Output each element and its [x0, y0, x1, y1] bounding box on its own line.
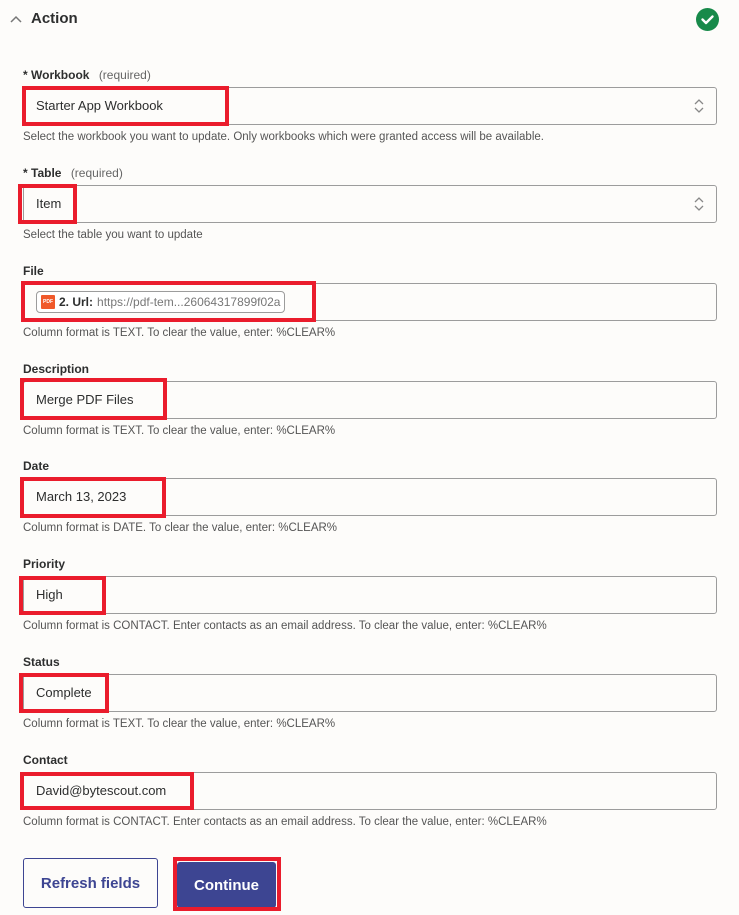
workbook-field: * Workbook (required) Starter App Workbo…: [23, 67, 718, 144]
file-input[interactable]: PDF 2. Url: https://pdf-tem...2606431789…: [23, 283, 717, 321]
priority-label: Priority: [23, 557, 66, 571]
refresh-fields-button[interactable]: Refresh fields: [23, 858, 158, 908]
table-value: Item: [36, 196, 62, 211]
table-label-text: Table: [31, 166, 62, 180]
priority-value: High: [36, 587, 63, 602]
date-input[interactable]: March 13, 2023: [23, 478, 717, 516]
required-note: (required): [70, 166, 123, 180]
workbook-select[interactable]: Starter App Workbook: [23, 87, 717, 125]
status-input[interactable]: Complete: [23, 674, 717, 712]
required-note: (required): [98, 68, 151, 82]
description-input[interactable]: Merge PDF Files: [23, 381, 717, 419]
check-circle-icon: [696, 8, 719, 31]
chevron-up-icon[interactable]: [9, 12, 23, 26]
date-help: Column format is DATE. To clear the valu…: [23, 522, 338, 534]
description-help: Column format is TEXT. To clear the valu…: [23, 425, 336, 437]
select-arrows-icon: [694, 99, 704, 113]
priority-help: Column format is CONTACT. Enter contacts…: [23, 620, 547, 632]
description-value: Merge PDF Files: [36, 392, 134, 407]
date-value: March 13, 2023: [36, 489, 127, 504]
table-label: * Table (required): [23, 165, 718, 181]
contact-field: Contact David@bytescout.com Column forma…: [23, 752, 718, 829]
status-help: Column format is TEXT. To clear the valu…: [23, 718, 336, 730]
pdf-app-icon: PDF: [41, 295, 55, 309]
action-panel: Action * Workbook (required) Starter App…: [0, 0, 739, 915]
workbook-label: * Workbook (required): [23, 67, 718, 83]
description-field: Description Merge PDF Files Column forma…: [23, 361, 718, 438]
contact-value: David@bytescout.com: [36, 783, 167, 798]
description-label: Description: [23, 362, 90, 376]
contact-input[interactable]: David@bytescout.com: [23, 772, 717, 810]
file-help: Column format is TEXT. To clear the valu…: [23, 327, 336, 339]
status-label: Status: [23, 655, 60, 669]
contact-label: Contact: [23, 753, 68, 767]
required-asterisk: *: [23, 166, 28, 180]
section-title: Action: [31, 10, 78, 27]
status-field: Status Complete Column format is TEXT. T…: [23, 654, 718, 731]
priority-input[interactable]: High: [23, 576, 717, 614]
select-arrows-icon: [694, 197, 704, 211]
continue-button[interactable]: Continue: [177, 862, 276, 908]
file-field: File PDF 2. Url: https://pdf-tem...26064…: [23, 263, 718, 340]
workbook-label-text: Workbook: [31, 68, 90, 82]
workbook-help: Select the workbook you want to update. …: [23, 131, 544, 143]
status-value: Complete: [36, 685, 92, 700]
date-label: Date: [23, 459, 50, 473]
priority-field: Priority High Column format is CONTACT. …: [23, 556, 718, 633]
pill-key: 2. Url:: [59, 295, 94, 309]
table-select[interactable]: Item: [23, 185, 717, 223]
file-label: File: [23, 264, 44, 278]
mapped-value-pill[interactable]: PDF 2. Url: https://pdf-tem...2606431789…: [36, 291, 286, 313]
table-help: Select the table you want to update: [23, 229, 203, 241]
contact-help: Column format is CONTACT. Enter contacts…: [23, 816, 547, 828]
pill-value: https://pdf-tem...26064317899f02a: [97, 295, 281, 309]
workbook-value: Starter App Workbook: [36, 98, 163, 113]
table-field: * Table (required) Item Select the table…: [23, 165, 718, 242]
required-asterisk: *: [23, 68, 28, 82]
date-field: Date March 13, 2023 Column format is DAT…: [23, 458, 718, 535]
action-section-header[interactable]: Action: [0, 0, 739, 40]
